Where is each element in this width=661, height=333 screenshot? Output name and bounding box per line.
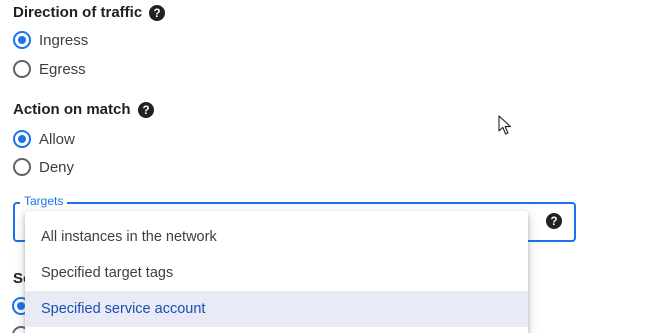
radio-ingress[interactable]: Ingress (13, 31, 88, 49)
targets-label: Targets (20, 194, 68, 208)
radio-label: Egress (39, 60, 86, 78)
radio-deny[interactable]: Deny (13, 158, 74, 176)
direction-heading-label: Direction of traffic (13, 4, 143, 21)
action-heading-label: Action on match (13, 101, 131, 118)
radio-egress[interactable]: Egress (13, 60, 86, 78)
radio-label: Ingress (39, 31, 89, 49)
radio-button-checked[interactable] (13, 31, 31, 49)
menu-item-target-tags[interactable]: Specified target tags (25, 255, 528, 291)
direction-heading: Direction of traffic ? (13, 4, 166, 21)
firewall-rule-form: Direction of traffic ? Ingress Egress Ac… (0, 0, 661, 333)
radio-button-checked[interactable] (13, 130, 31, 148)
radio-label: Allow (39, 130, 75, 148)
svg-text:?: ? (142, 105, 149, 117)
help-circle-icon[interactable]: ? (546, 213, 562, 229)
targets-dropdown-menu: All instances in the network Specified t… (25, 211, 528, 333)
svg-text:?: ? (550, 216, 557, 228)
radio-button-unchecked[interactable] (13, 60, 31, 78)
radio-label: Deny (39, 158, 75, 176)
svg-text:?: ? (154, 8, 161, 20)
menu-item-all-instances[interactable]: All instances in the network (25, 219, 528, 255)
help-circle-icon[interactable]: ? (137, 101, 154, 118)
radio-allow[interactable]: Allow (13, 130, 75, 148)
radio-button-unchecked[interactable] (13, 158, 31, 176)
action-heading: Action on match ? (13, 101, 154, 118)
mouse-pointer-icon (498, 115, 511, 135)
help-circle-icon[interactable]: ? (149, 4, 166, 21)
menu-item-service-account[interactable]: Specified service account (25, 291, 528, 327)
